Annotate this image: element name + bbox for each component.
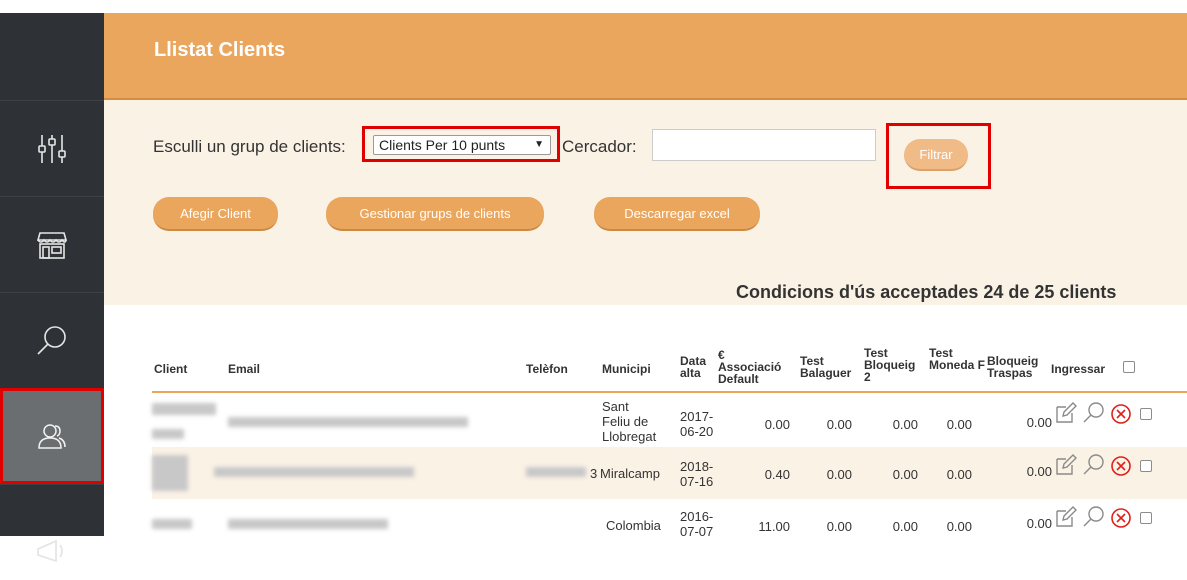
search-icon <box>37 325 66 355</box>
email-redacted <box>214 467 414 477</box>
group-select-highlight: Clients Per 10 punts ▼ <box>362 126 560 162</box>
cell-data-alta: 2018-07-16 <box>680 459 714 489</box>
sidebar-item-campaigns[interactable] <box>0 484 104 580</box>
view-icon[interactable] <box>1082 401 1106 425</box>
cell-associacio: 11.00 <box>758 519 790 534</box>
cell-data-alta: 2016-07-07 <box>680 509 714 539</box>
megaphone-icon <box>37 539 63 562</box>
cell-test-balaguer: 0.00 <box>826 467 852 482</box>
cell-test-bloqueig: 0.00 <box>892 417 918 432</box>
cell-test-balaguer: 0.00 <box>826 417 852 432</box>
phone-redacted <box>526 467 586 477</box>
search-label: Cercador: <box>562 137 637 156</box>
edit-icon[interactable] <box>1054 505 1078 529</box>
row-checkbox[interactable] <box>1140 460 1152 472</box>
cell-test-moneda: 0.00 <box>946 417 972 432</box>
table-row: 3 Miralcamp 2018-07-16 0.40 0.00 0.00 0.… <box>152 447 1187 499</box>
edit-icon[interactable] <box>1054 453 1078 477</box>
group-select[interactable]: Clients Per 10 punts ▼ <box>373 135 551 155</box>
col-bloqueig-traspas: Bloqueig Traspas <box>987 354 1039 380</box>
sidebar-item-search[interactable] <box>0 292 104 388</box>
search-input[interactable] <box>652 129 876 161</box>
col-test-balaguer: Test Balaguer <box>800 354 852 380</box>
page-header: Llistat Clients <box>104 13 1187 100</box>
cell-municipi: Miralcamp <box>600 466 660 481</box>
cell-bloqueig-traspas: 0.00 <box>1026 516 1052 531</box>
add-client-button[interactable]: Afegir Client <box>153 197 278 231</box>
delete-icon[interactable] <box>1110 403 1132 425</box>
table-row: Colombia 2016-07-07 11.00 0.00 0.00 0.00… <box>152 499 1187 551</box>
download-excel-button[interactable]: Descarregar excel <box>594 197 760 231</box>
row-checkbox[interactable] <box>1140 512 1152 524</box>
cell-bloqueig-traspas: 0.00 <box>1026 415 1052 430</box>
sidebar <box>0 13 104 562</box>
cell-test-bloqueig: 0.00 <box>892 467 918 482</box>
cell-data-alta: 2017-06-20 <box>680 409 714 439</box>
manage-groups-button[interactable]: Gestionar grups de clients <box>326 197 544 231</box>
terms-summary: Condicions d'ús acceptades 24 de 25 clie… <box>736 282 1117 302</box>
sidebar-item-store[interactable] <box>0 196 104 292</box>
cell-phone: 3 <box>590 466 598 481</box>
page-title: Llistat Clients <box>154 39 286 61</box>
cell-municipi: Sant Feliu de Llobregat <box>602 399 657 444</box>
col-ingressar: Ingressar <box>1051 362 1106 376</box>
cell-bloqueig-traspas: 0.00 <box>1026 464 1052 479</box>
view-icon[interactable] <box>1082 453 1106 477</box>
cell-municipi: Colombia <box>606 518 661 533</box>
group-label: Esculli un grup de clients: <box>153 137 346 156</box>
col-data-alta: Data alta <box>680 354 707 380</box>
client-name-redacted <box>152 519 192 529</box>
view-icon[interactable] <box>1082 505 1106 529</box>
cell-test-bloqueig: 0.00 <box>892 519 918 534</box>
delete-icon[interactable] <box>1110 455 1132 477</box>
client-name-redacted <box>152 403 216 415</box>
filter-button[interactable]: Filtrar <box>904 139 968 171</box>
group-select-value: Clients Per 10 punts <box>379 137 506 153</box>
table-row: Sant Feliu de Llobregat 2017-06-20 0.00 … <box>152 395 1187 447</box>
col-client: Client <box>154 362 188 376</box>
cell-test-balaguer: 0.00 <box>826 519 852 534</box>
sliders-icon <box>38 134 66 163</box>
edit-icon[interactable] <box>1054 401 1078 425</box>
email-redacted <box>228 519 388 529</box>
store-icon <box>36 231 68 259</box>
col-associacio: € Associació Default <box>718 348 782 386</box>
top-bar <box>0 0 1187 13</box>
dropdown-arrow-icon: ▼ <box>534 139 544 150</box>
col-test-bloqueig: Test Bloqueig 2 <box>864 346 916 384</box>
main-content: Llistat Clients Esculli un grup de clien… <box>104 13 1187 539</box>
client-name-redacted <box>152 429 184 439</box>
col-phone: Telèfon <box>526 362 568 376</box>
cell-associacio: 0.00 <box>764 417 790 432</box>
delete-icon[interactable] <box>1110 507 1132 529</box>
sidebar-item-clients[interactable] <box>0 388 104 484</box>
cell-test-moneda: 0.00 <box>946 519 972 534</box>
client-name-redacted <box>152 455 188 491</box>
sidebar-item-settings[interactable] <box>0 100 104 196</box>
col-email: Email <box>228 362 261 376</box>
filter-button-highlight: Filtrar <box>886 123 991 189</box>
row-checkbox[interactable] <box>1140 408 1152 420</box>
email-redacted <box>228 417 468 427</box>
cell-test-moneda: 0.00 <box>946 467 972 482</box>
users-icon <box>38 423 66 449</box>
table-header: Client Email Telèfon Municipi Data alta … <box>152 333 1187 393</box>
select-all-checkbox[interactable] <box>1123 361 1135 373</box>
col-test-moneda: Test Moneda F <box>929 346 985 372</box>
cell-associacio: 0.40 <box>764 467 790 482</box>
col-municipi: Municipi <box>602 362 651 376</box>
